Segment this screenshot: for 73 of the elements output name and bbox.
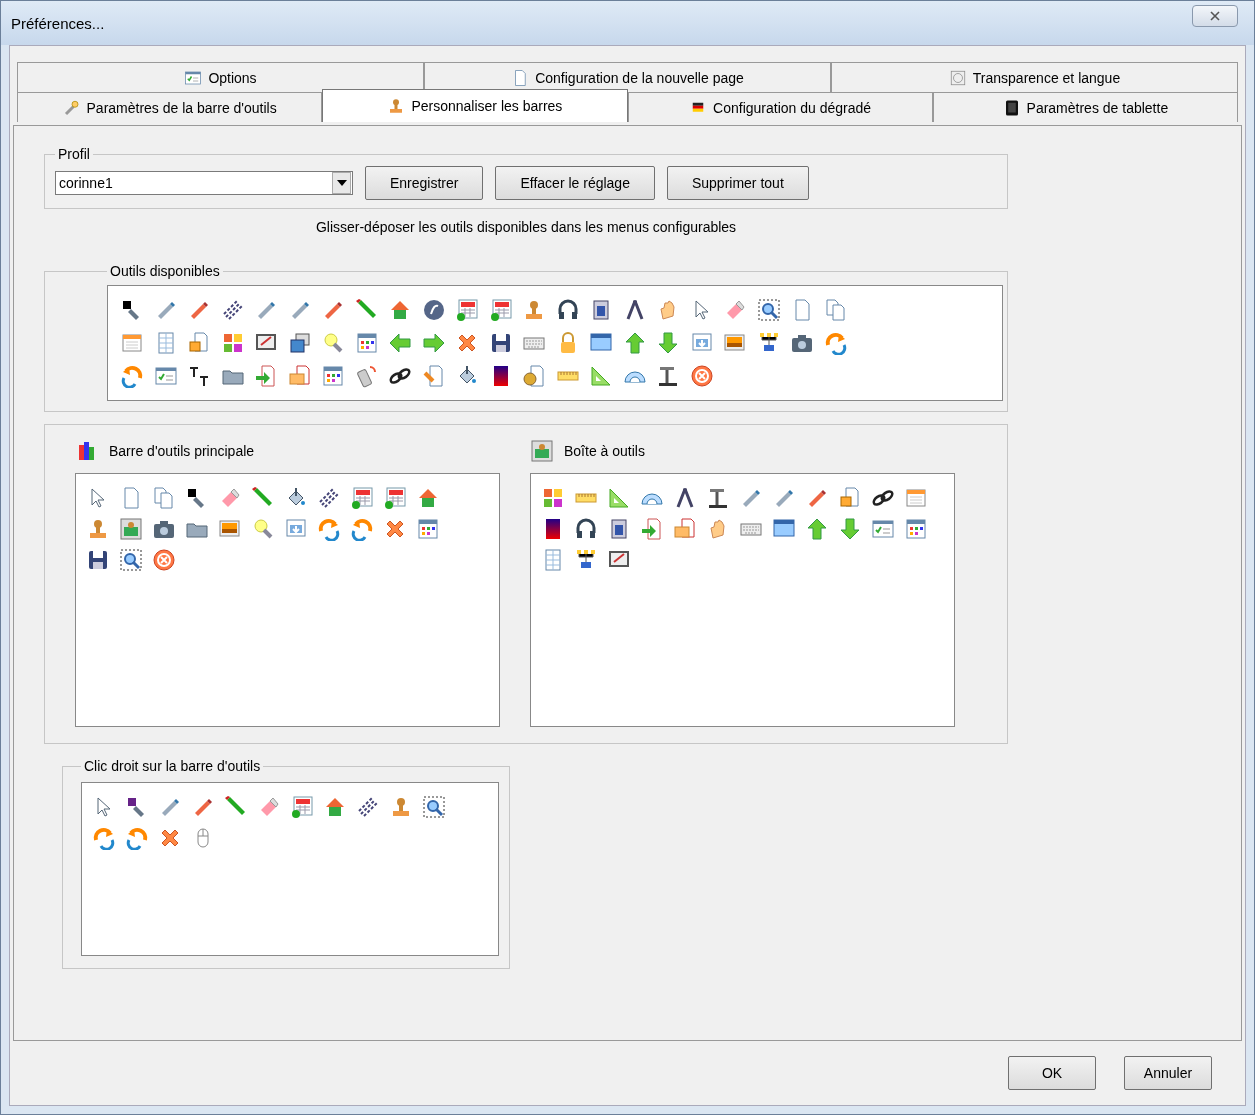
calendar-icon[interactable] (416, 517, 440, 541)
picture-page-icon[interactable] (838, 486, 862, 510)
checklist-icon[interactable] (153, 364, 178, 388)
globe-icon (948, 68, 967, 87)
stop-circle-icon[interactable] (689, 364, 714, 388)
import-icon[interactable] (254, 364, 278, 388)
bulb-icon[interactable] (321, 331, 345, 355)
calendar-icon[interactable] (354, 331, 379, 355)
disc-icon[interactable] (421, 298, 446, 322)
picture-page-icon[interactable] (187, 331, 211, 355)
page-seal-icon[interactable] (522, 364, 546, 388)
arrow-down-icon[interactable] (838, 517, 862, 541)
pages-icon[interactable] (823, 298, 848, 322)
font-size-icon[interactable] (187, 364, 211, 388)
import-icon[interactable] (640, 517, 664, 541)
profile-button[interactable]: Effacer le réglage (495, 166, 655, 200)
close-icon (1209, 10, 1221, 22)
tab[interactable]: Options (17, 62, 424, 92)
arrow-right-icon[interactable] (421, 331, 446, 355)
wrench-icon (62, 98, 81, 117)
checklist-icon[interactable] (871, 517, 895, 541)
arrow-up-icon[interactable] (805, 517, 829, 541)
tab[interactable]: Paramètres de tablette (932, 92, 1238, 122)
hint-text: Glisser-déposer les outils disponibles dans les menus configurables (314, 219, 738, 235)
rotate-icon[interactable] (317, 517, 341, 541)
profile-button[interactable]: Supprimer tout (666, 166, 809, 200)
stacked-windows-icon[interactable] (287, 331, 312, 355)
zoom-icon[interactable] (756, 298, 781, 322)
rotate-icon[interactable] (125, 826, 149, 850)
grid-icon[interactable] (383, 486, 407, 510)
dialog-button[interactable]: OK (1008, 1056, 1096, 1090)
pages-icon[interactable] (152, 486, 176, 510)
rotate-icon[interactable] (120, 364, 144, 388)
zoom-icon[interactable] (119, 548, 143, 572)
color-blocks-icon[interactable] (541, 486, 565, 510)
arrow-down-icon[interactable] (656, 331, 680, 355)
window-icon[interactable] (120, 331, 144, 355)
grid-icon[interactable] (290, 795, 314, 819)
tab[interactable]: Transparence et langue (831, 62, 1238, 92)
dialog-button[interactable]: Annuler (1124, 1056, 1212, 1090)
document-icon[interactable] (287, 364, 312, 388)
bulb-icon[interactable] (251, 517, 275, 541)
tab[interactable]: Configuration de la nouvelle page (424, 62, 831, 92)
panel-title: Boîte à outils (564, 443, 645, 459)
arrow-left-icon[interactable] (388, 331, 412, 355)
checklist-icon (184, 68, 203, 87)
profile-button[interactable]: Enregistrer (365, 166, 484, 200)
stop-circle-icon[interactable] (152, 548, 176, 572)
calendar-icon[interactable] (904, 517, 928, 541)
window-icon[interactable] (904, 486, 928, 510)
profile-dropdown[interactable]: corinne1 (55, 171, 353, 195)
phone-icon[interactable] (354, 364, 379, 388)
calendar-icon[interactable] (321, 364, 345, 388)
group-label: Profil (57, 146, 91, 162)
tab[interactable]: Paramètres de la barre d'outils (17, 92, 323, 122)
panel-title: Barre d'outils principale (109, 443, 255, 459)
document-icon[interactable] (673, 517, 697, 541)
group-label: Outils disponibles (109, 263, 221, 279)
grid-icon[interactable] (350, 486, 374, 510)
group-label: Clic droit sur la barre d'outils (83, 758, 262, 774)
tab[interactable]: Configuration du dégradé (627, 92, 933, 122)
tab[interactable]: Personnaliser les barres (322, 89, 628, 122)
page-wrench-icon[interactable] (421, 364, 446, 388)
grid-icon[interactable] (488, 298, 513, 322)
zoom-icon[interactable] (422, 795, 446, 819)
headphones-icon[interactable] (574, 517, 598, 541)
caret-icon (336, 180, 347, 186)
window-title: Préférences... (11, 14, 105, 32)
close-button[interactable] (1192, 5, 1238, 27)
rotate-icon[interactable] (823, 331, 848, 355)
rotate-icon[interactable] (92, 826, 116, 850)
grid-icon[interactable] (455, 298, 479, 322)
rotate-icon[interactable] (350, 517, 374, 541)
